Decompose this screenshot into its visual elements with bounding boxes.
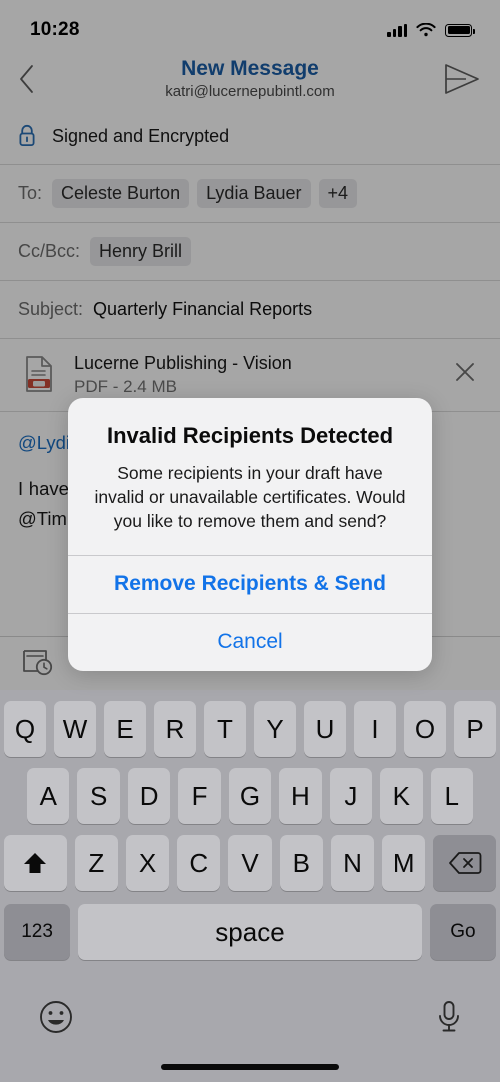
key-m[interactable]: M xyxy=(382,835,426,891)
key-b[interactable]: B xyxy=(279,835,323,891)
key-c[interactable]: C xyxy=(177,835,221,891)
keyboard-row-3: Z X C V B N M xyxy=(0,835,500,891)
key-e[interactable]: E xyxy=(104,701,146,757)
keyboard-row-1: Q W E R T Y U I O P xyxy=(0,701,500,757)
home-indicator xyxy=(161,1064,339,1070)
space-key[interactable]: space xyxy=(78,904,422,960)
go-key[interactable]: Go xyxy=(429,904,496,960)
key-f[interactable]: F xyxy=(178,768,221,824)
key-i[interactable]: I xyxy=(354,701,396,757)
key-l[interactable]: L xyxy=(430,768,473,824)
remove-recipients-and-send-button[interactable]: Remove Recipients & Send xyxy=(68,556,432,613)
numbers-key[interactable]: 123 xyxy=(4,904,71,960)
dictation-key[interactable] xyxy=(434,997,464,1042)
key-r[interactable]: R xyxy=(154,701,196,757)
phone-screen: 10:28 New Message katri@lucernepubintl.c… xyxy=(0,0,500,1082)
key-z[interactable]: Z xyxy=(74,835,118,891)
emoji-smiley-icon xyxy=(40,1000,72,1033)
shift-arrow-icon xyxy=(24,853,47,873)
key-h[interactable]: H xyxy=(279,768,322,824)
key-j[interactable]: J xyxy=(329,768,373,824)
keyboard-row-2: A S D F G H J K L xyxy=(0,768,500,824)
alert-message: Some recipients in your draft have inval… xyxy=(94,462,406,531)
key-s[interactable]: S xyxy=(77,768,120,824)
key-p[interactable]: P xyxy=(454,701,496,757)
on-screen-keyboard: Q W E R T Y U I O P A S D F G H J K L Z … xyxy=(0,690,500,1082)
shift-key[interactable] xyxy=(4,835,67,891)
cancel-button[interactable]: Cancel xyxy=(68,614,432,671)
key-v[interactable]: V xyxy=(228,835,272,891)
key-k[interactable]: K xyxy=(380,768,423,824)
key-t[interactable]: T xyxy=(204,701,246,757)
keyboard-bottom-bar xyxy=(0,986,500,1082)
key-w[interactable]: W xyxy=(54,701,96,757)
microphone-icon xyxy=(439,1000,459,1031)
key-x[interactable]: X xyxy=(125,835,170,891)
key-a[interactable]: A xyxy=(27,768,70,824)
key-g[interactable]: G xyxy=(228,768,272,824)
keyboard-row-4: 123 space Go xyxy=(0,904,500,960)
emoji-key[interactable] xyxy=(36,997,76,1042)
key-u[interactable]: U xyxy=(304,701,346,757)
backspace-key[interactable] xyxy=(433,835,497,891)
key-q[interactable]: Q xyxy=(4,701,46,757)
alert-body: Invalid Recipients Detected Some recipie… xyxy=(68,398,432,555)
key-d[interactable]: D xyxy=(127,768,171,824)
invalid-recipients-alert: Invalid Recipients Detected Some recipie… xyxy=(68,398,432,671)
backspace-icon xyxy=(448,852,482,874)
key-n[interactable]: N xyxy=(330,835,375,891)
key-o[interactable]: O xyxy=(404,701,446,757)
alert-title: Invalid Recipients Detected xyxy=(106,423,394,448)
key-y[interactable]: Y xyxy=(254,701,296,757)
